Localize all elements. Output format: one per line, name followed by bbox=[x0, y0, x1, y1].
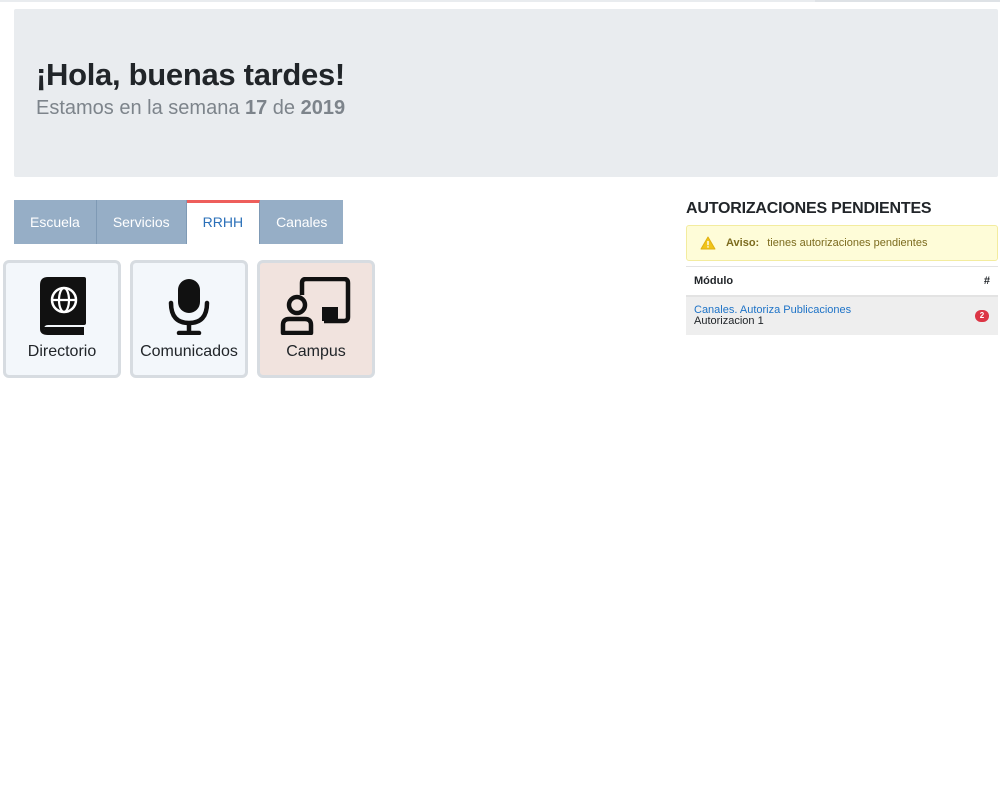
tile-campus[interactable]: Campus bbox=[257, 260, 375, 378]
pending-alert: Aviso: tienes autorizaciones pendientes bbox=[686, 225, 998, 261]
tile-label: Comunicados bbox=[140, 343, 238, 360]
alert-title: Aviso: bbox=[726, 237, 760, 249]
year: 2019 bbox=[300, 97, 346, 119]
row-module: Canales. Autoriza Publicaciones Autoriza… bbox=[694, 305, 851, 327]
table-header: Módulo # bbox=[686, 266, 998, 297]
section-tabs: Escuela Servicios RRHH Canales bbox=[14, 200, 344, 244]
warning-icon bbox=[700, 236, 716, 250]
table-row: Canales. Autoriza Publicaciones Autoriza… bbox=[686, 297, 998, 335]
week-number: 17 bbox=[245, 97, 268, 119]
book-globe-icon bbox=[36, 277, 88, 335]
week-mid: de bbox=[267, 97, 301, 119]
tile-label: Campus bbox=[286, 343, 346, 360]
tile-label: Directorio bbox=[27, 343, 97, 360]
authorizations-title: AUTORIZACIONES PENDIENTES bbox=[686, 200, 932, 217]
count-badge: 2 bbox=[975, 310, 989, 322]
tab-servicios[interactable]: Servicios bbox=[96, 200, 187, 244]
app-tiles: Directorio Comunicados Campus bbox=[3, 260, 375, 378]
alert-message: tienes autorizaciones pendientes bbox=[767, 237, 928, 249]
tab-rrhh[interactable]: RRHH bbox=[186, 200, 261, 244]
tab-escuela[interactable]: Escuela bbox=[14, 200, 97, 244]
week-subtitle: Estamos en la semana 17 de 2019 bbox=[36, 97, 345, 120]
top-bar bbox=[0, 0, 1000, 2]
header-modulo: Módulo bbox=[694, 275, 734, 287]
welcome-banner: ¡Hola, buenas tardes! Estamos en la sema… bbox=[14, 9, 998, 177]
header-count: # bbox=[983, 275, 990, 287]
microphone-icon bbox=[167, 277, 211, 335]
authorizations-panel: AUTORIZACIONES PENDIENTES Aviso: tienes … bbox=[686, 200, 998, 335]
tile-comunicados[interactable]: Comunicados bbox=[130, 260, 248, 378]
greeting-title: ¡Hola, buenas tardes! bbox=[36, 57, 345, 92]
tile-directorio[interactable]: Directorio bbox=[3, 260, 121, 378]
module-detail: Autorizacion 1 bbox=[694, 315, 764, 327]
presentation-icon bbox=[280, 277, 352, 335]
top-bar-segment bbox=[815, 0, 1000, 2]
authorizations-table: Módulo # Canales. Autoriza Publicaciones… bbox=[686, 266, 998, 335]
week-prefix: Estamos en la semana bbox=[36, 97, 245, 119]
tab-canales[interactable]: Canales bbox=[260, 200, 344, 244]
